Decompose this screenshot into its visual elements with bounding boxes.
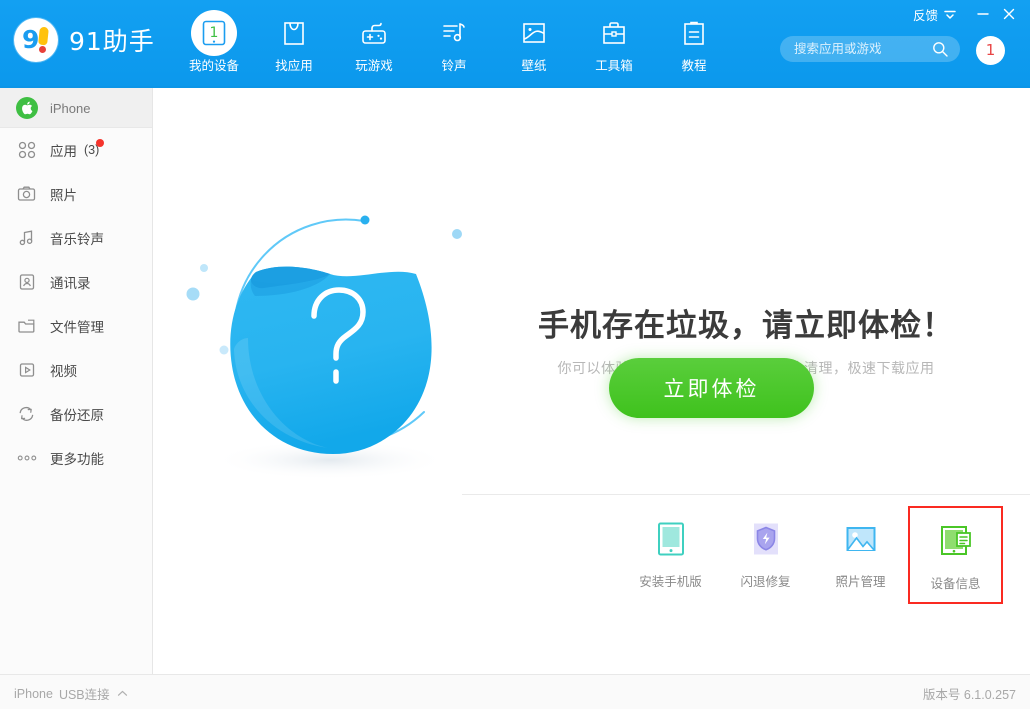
nav-label: 玩游戏: [355, 59, 393, 73]
status-bar: iPhone USB连接 版本号 6.1.0.257: [0, 674, 1030, 709]
nav-label: 找应用: [275, 59, 313, 73]
device-info-icon: [935, 520, 977, 562]
sidebar-item-label: 更多功能: [50, 452, 104, 467]
brand-logo[interactable]: 9 91助手: [14, 18, 155, 62]
photo-manage-icon: [840, 518, 882, 560]
sidebar-device-name: iPhone: [50, 100, 91, 116]
nav-item-my-device[interactable]: 1 我的设备: [174, 8, 254, 82]
contacts-icon: [16, 272, 37, 293]
toolbox-icon: [591, 10, 637, 56]
nav-label: 教程: [681, 59, 707, 73]
app-header: 9 91助手 1 我的设备 找应用 玩游戏 铃声 壁纸 工具箱 教程 搜索应用或…: [0, 0, 1030, 88]
chevron-down-icon[interactable]: [942, 6, 958, 22]
shield-bolt-icon: [745, 518, 787, 560]
logo-dot-glyph: [39, 46, 46, 53]
device-tablet-icon: 1: [191, 10, 237, 56]
sidebar-item-files[interactable]: 文件管理: [0, 304, 152, 348]
sidebar-item-label: 备份还原: [50, 408, 104, 423]
nav-label: 工具箱: [595, 59, 633, 73]
sidebar-item-backup[interactable]: 备份还原: [0, 392, 152, 436]
nav-item-wallpaper[interactable]: 壁纸: [494, 8, 574, 82]
gamepad-icon: [351, 10, 397, 56]
version-label: 版本号 6.1.0.257: [922, 688, 1016, 702]
sidebar-item-label: 视频: [50, 364, 77, 379]
page-headline: 手机存在垃圾，请立即体检！: [538, 308, 954, 344]
main-nav: 1 我的设备 找应用 玩游戏 铃声 壁纸 工具箱 教程: [174, 8, 734, 82]
tile-photo-manage[interactable]: 照片管理: [813, 506, 908, 604]
sidebar-item-label: 应用: [50, 144, 77, 159]
sidebar-item-label: 音乐铃声: [50, 232, 104, 247]
notification-badge-icon: [96, 139, 105, 147]
nav-item-find-apps[interactable]: 找应用: [254, 8, 334, 82]
tile-device-info[interactable]: 设备信息: [908, 506, 1003, 604]
more-dots-icon: [16, 448, 37, 469]
nav-label: 壁纸: [521, 59, 547, 73]
picture-icon: [511, 10, 557, 56]
sidebar-item-music[interactable]: 音乐铃声: [0, 216, 152, 260]
minimize-icon[interactable]: [970, 3, 996, 25]
content-divider: [462, 494, 1030, 495]
nav-item-tutorial[interactable]: 教程: [654, 8, 734, 82]
sidebar-item-count: (3): [84, 139, 105, 157]
main-content: 手机存在垃圾，请立即体检！ 你可以体验手机加速，垃圾清理，照片清理，极速下载应用…: [153, 88, 1030, 674]
search-box[interactable]: [780, 36, 960, 62]
tile-label: 闪退修复: [740, 575, 791, 589]
feedback-button[interactable]: 反馈: [913, 5, 938, 24]
search-icon[interactable]: [932, 41, 948, 57]
sidebar-item-more[interactable]: 更多功能: [0, 436, 152, 480]
status-connection-type: USB连接: [58, 688, 110, 702]
tile-label: 照片管理: [835, 575, 886, 589]
logo-one-glyph: [38, 26, 49, 46]
nav-label: 我的设备: [188, 59, 239, 73]
apple-icon: [16, 97, 38, 119]
sidebar-item-apps[interactable]: 应用 (3): [0, 128, 152, 172]
search-input[interactable]: [794, 36, 924, 62]
folder-icon: [16, 316, 37, 337]
caret-up-icon[interactable]: [117, 688, 128, 699]
avatar[interactable]: 1: [976, 36, 1005, 65]
sidebar: iPhone 应用 (3) 照片 音乐铃声 通讯录 文件管理 视频 备份还原 更…: [0, 88, 153, 674]
nav-label: 铃声: [441, 59, 467, 73]
nav-item-toolbox[interactable]: 工具箱: [574, 8, 654, 82]
video-icon: [16, 360, 37, 381]
tile-label: 设备信息: [930, 577, 981, 591]
tile-install-mobile[interactable]: 安装手机版: [623, 506, 718, 604]
nav-item-ringtones[interactable]: 铃声: [414, 8, 494, 82]
apps-grid-icon: [16, 140, 37, 161]
logo-nine-glyph: 9: [22, 25, 39, 54]
sidebar-item-video[interactable]: 视频: [0, 348, 152, 392]
sidebar-item-label: 通讯录: [50, 276, 91, 291]
quick-action-tiles: 安装手机版 闪退修复 照片管理 设备信息: [623, 506, 1003, 604]
sidebar-device-row[interactable]: iPhone: [0, 88, 152, 128]
tile-crash-repair[interactable]: 闪退修复: [718, 506, 813, 604]
sidebar-item-photos[interactable]: 照片: [0, 172, 152, 216]
sidebar-item-label: 照片: [50, 188, 77, 203]
question-blob-icon: [178, 188, 478, 498]
sidebar-item-label: 文件管理: [50, 320, 104, 335]
app-bag-icon: [271, 10, 317, 56]
sync-icon: [16, 404, 37, 425]
brand-name: 91助手: [69, 27, 155, 56]
start-checkup-button[interactable]: 立即体检: [609, 358, 814, 418]
close-icon[interactable]: [996, 3, 1022, 25]
install-mobile-icon: [650, 518, 692, 560]
connection-status[interactable]: iPhone USB连接: [14, 684, 128, 703]
sidebar-item-contacts[interactable]: 通讯录: [0, 260, 152, 304]
music-note-icon: [431, 10, 477, 56]
svg-text:1: 1: [210, 25, 219, 41]
app-window: 9 91助手 1 我的设备 找应用 玩游戏 铃声 壁纸 工具箱 教程 搜索应用或…: [0, 0, 1030, 709]
nav-item-games[interactable]: 玩游戏: [334, 8, 414, 82]
tile-label: 安装手机版: [639, 575, 702, 589]
music-icon: [16, 228, 37, 249]
status-device-name: iPhone: [14, 686, 53, 701]
clipboard-icon: [671, 10, 717, 56]
window-controls: 反馈: [913, 2, 1022, 26]
camera-icon: [16, 184, 37, 205]
91-logo-icon: 9: [14, 18, 58, 62]
